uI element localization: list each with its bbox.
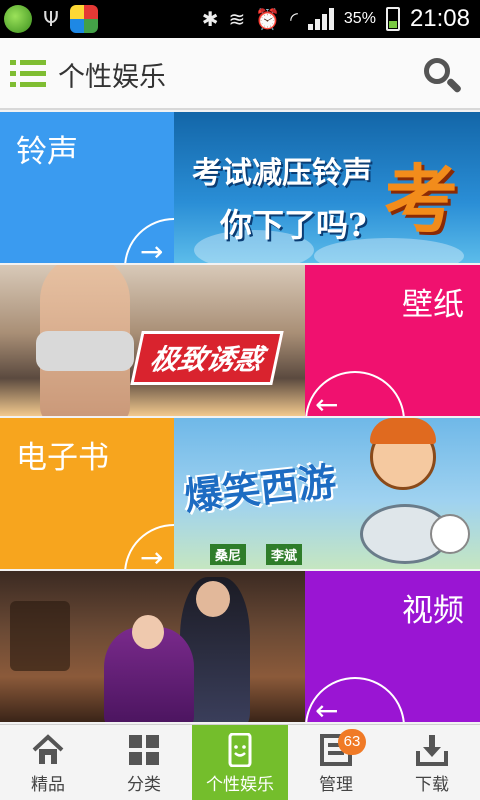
ringtone-banner-text-1: 考试减压铃声: [192, 156, 372, 191]
arrow-left-icon[interactable]: ←: [305, 371, 405, 416]
battery-icon: [385, 7, 400, 31]
tile-wallpaper[interactable]: 壁纸 ←: [305, 265, 480, 416]
search-icon[interactable]: [422, 56, 463, 96]
nav-item-download[interactable]: 下载: [384, 725, 480, 800]
tile-video[interactable]: 视频 ←: [305, 571, 480, 722]
app-green-icon: [4, 5, 32, 33]
nav-item-entertainment[interactable]: 个性娱乐: [192, 725, 288, 800]
ebook-banner-title: 爆笑西游: [182, 458, 339, 519]
page-title: 个性娱乐: [58, 62, 166, 93]
status-time: 21:08: [409, 5, 470, 32]
tile-label-ebook: 电子书: [16, 440, 109, 476]
bottom-nav: 精品 分类 个性娱乐 63 管理 下载: [0, 724, 480, 800]
nav-label-featured: 精品: [31, 775, 65, 795]
ringtone-banner-text-2: 你下了吗?: [220, 206, 367, 244]
ringtone-banner-mark: 考: [384, 157, 458, 243]
wallpaper-banner[interactable]: 极致诱惑: [0, 265, 305, 416]
battery-percent: 35%: [343, 10, 376, 27]
nav-label-download: 下载: [415, 775, 449, 795]
phone-smile-icon: [228, 733, 252, 767]
tile-ringtone[interactable]: 铃声 →: [0, 112, 174, 263]
arrow-left-icon[interactable]: ←: [305, 677, 405, 722]
ebook-banner[interactable]: 爆笑西游 桑尼 李斌: [174, 418, 480, 569]
signal-icon: [307, 8, 334, 30]
nav-label-entertainment: 个性娱乐: [206, 775, 274, 795]
app-header: 个性娱乐: [0, 38, 480, 110]
wifi-icon: ◜: [290, 7, 298, 31]
tile-label-ringtone: 铃声: [16, 134, 78, 170]
nav-item-manage[interactable]: 63 管理: [288, 725, 384, 800]
home-icon: [32, 734, 64, 764]
arrow-right-icon[interactable]: →: [124, 524, 174, 569]
nav-item-categories[interactable]: 分类: [96, 725, 192, 800]
menu-list-icon[interactable]: [10, 58, 46, 90]
wallpaper-banner-tag: 极致诱惑: [130, 331, 284, 385]
grid-icon: [129, 735, 159, 765]
nav-label-manage: 管理: [319, 775, 353, 795]
app-colorful-icon: [70, 5, 98, 33]
status-bar: Ψ ✱ ≋ ⏰ ◜ 35% 21:08: [0, 0, 480, 38]
arrow-right-icon[interactable]: →: [124, 218, 174, 263]
video-banner[interactable]: [0, 571, 305, 722]
alarm-icon: ⏰: [255, 7, 281, 31]
vibrate-icon: ≋: [228, 7, 246, 31]
bluetooth-icon: ✱: [201, 7, 219, 31]
usb-icon: Ψ: [43, 7, 59, 31]
download-icon: [416, 735, 448, 766]
nav-label-categories: 分类: [127, 775, 161, 795]
tile-label-wallpaper: 壁纸: [402, 287, 464, 323]
tile-ebook[interactable]: 电子书 →: [0, 418, 174, 569]
ebook-banner-author-1: 桑尼: [210, 544, 247, 565]
tile-label-video: 视频: [402, 593, 464, 629]
manage-badge: 63: [338, 729, 366, 755]
ringtone-banner[interactable]: 考试减压铃声 你下了吗? 考: [174, 112, 480, 263]
nav-item-featured[interactable]: 精品: [0, 725, 96, 800]
ebook-banner-author-2: 李斌: [266, 544, 303, 565]
